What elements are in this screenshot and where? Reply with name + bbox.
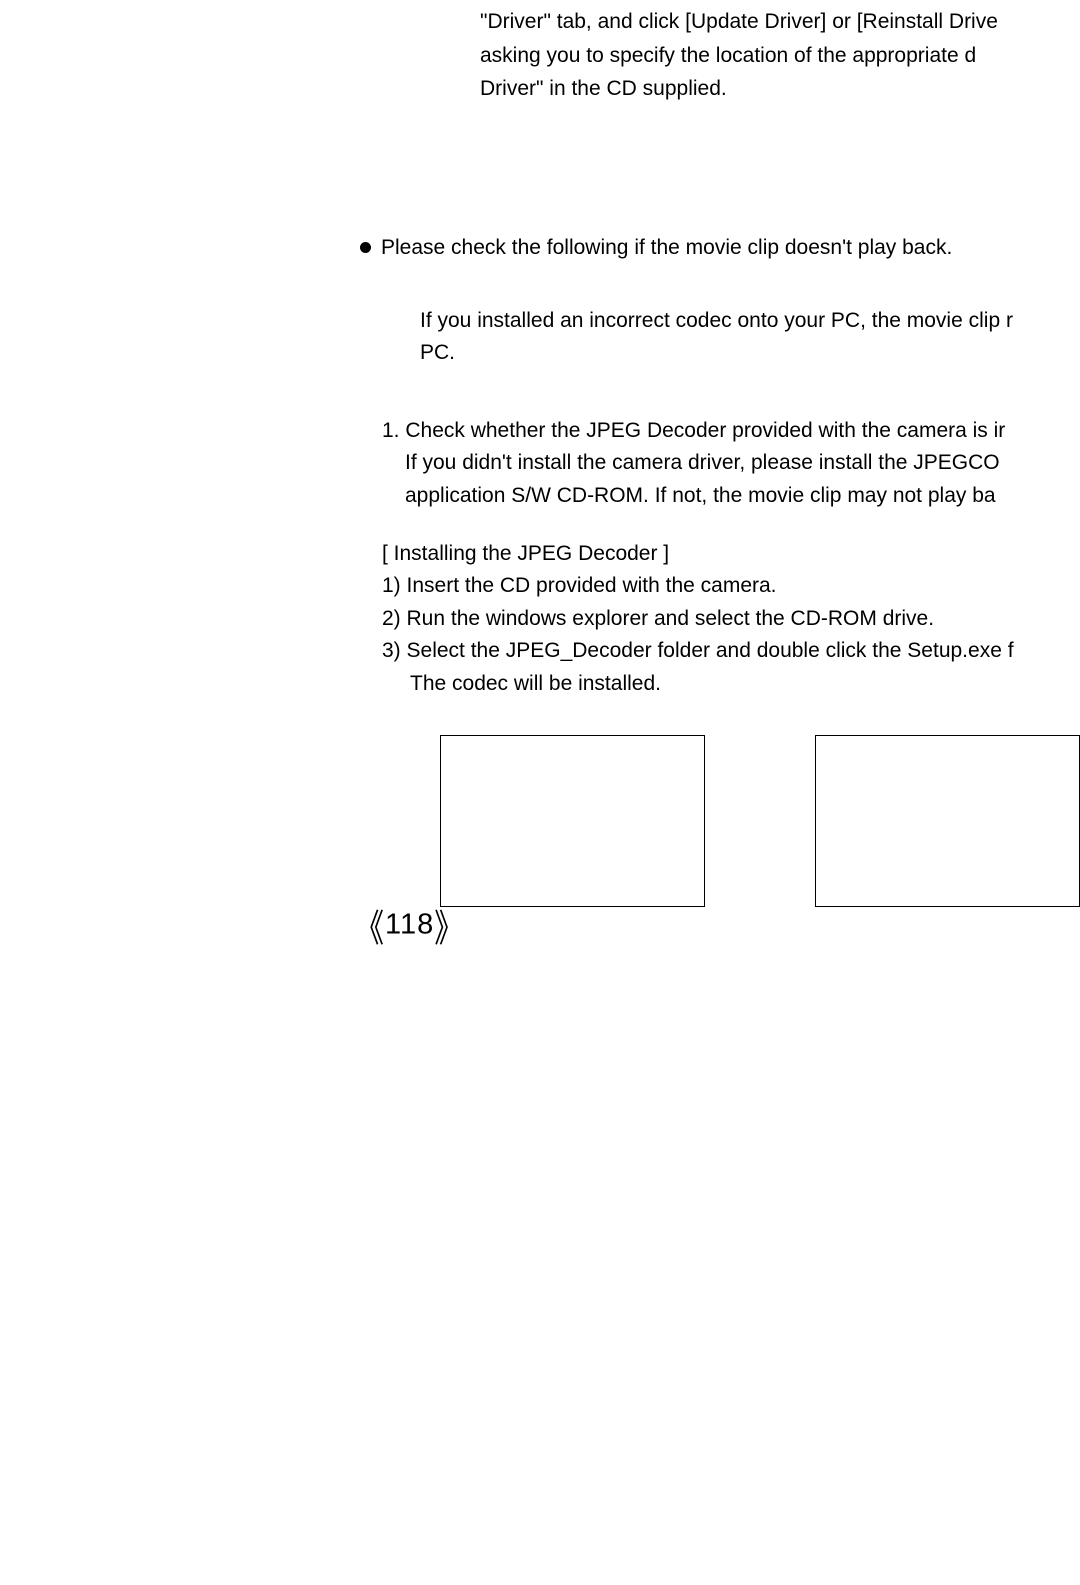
image-placeholders	[360, 735, 1080, 907]
install-title: [ Installing the JPEG Decoder ]	[382, 538, 1080, 571]
item1-subtext: If you didn't install the camera driver,…	[360, 447, 1080, 512]
page-number: 《118》	[355, 905, 464, 947]
indent1-line2: PC.	[420, 337, 1080, 370]
install-step-2: 2) Run the windows explorer and select t…	[382, 603, 1080, 636]
item1-sub2: application S/W CD-ROM. If not, the movi…	[405, 480, 1080, 513]
bullet-section: Please check the following if the movie …	[360, 236, 1080, 260]
install-block: [ Installing the JPEG Decoder ] 1) Inser…	[360, 538, 1080, 701]
page-number-value: 118	[385, 909, 434, 941]
indent-paragraph: If you installed an incorrect codec onto…	[360, 305, 1080, 370]
indent1-line1: If you installed an incorrect codec onto…	[420, 305, 1080, 338]
item1-sub1: If you didn't install the camera driver,…	[405, 447, 1080, 480]
placeholder-box-2	[815, 735, 1080, 907]
para1-line2: asking you to specify the location of th…	[480, 39, 1080, 73]
document-content: "Driver" tab, and click [Update Driver] …	[360, 0, 1080, 907]
placeholder-box-1	[440, 735, 705, 907]
install-step-1: 1) Insert the CD provided with the camer…	[382, 570, 1080, 603]
bracket-left-icon: 《	[355, 899, 385, 954]
bullet-text: Please check the following if the movie …	[381, 236, 952, 260]
bracket-right-icon: 》	[434, 899, 464, 954]
paragraph-top: "Driver" tab, and click [Update Driver] …	[360, 5, 1080, 106]
install-step-3: 3) Select the JPEG_Decoder folder and do…	[382, 635, 1080, 668]
para1-line1: "Driver" tab, and click [Update Driver] …	[480, 5, 1080, 39]
install-step-3b: The codec will be installed.	[382, 668, 1080, 701]
item1-main: 1. Check whether the JPEG Decoder provid…	[382, 415, 1080, 448]
numbered-item-1: 1. Check whether the JPEG Decoder provid…	[360, 415, 1080, 448]
bullet-icon	[360, 242, 371, 253]
para1-line3: Driver" in the CD supplied.	[480, 72, 1080, 106]
